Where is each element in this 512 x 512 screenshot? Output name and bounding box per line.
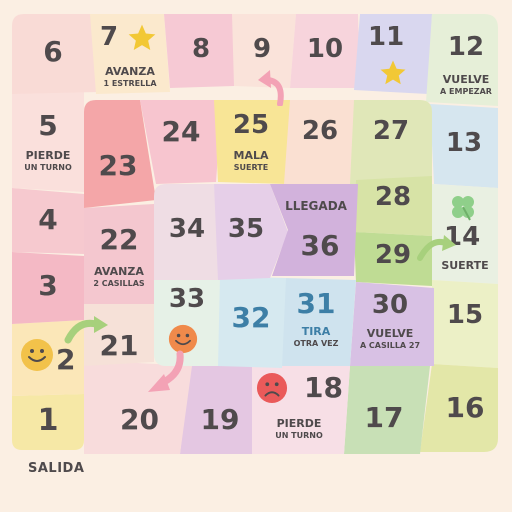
square-number: 33 — [168, 284, 206, 314]
square-number: 4 — [38, 203, 58, 236]
square-32[interactable]: 32 — [216, 276, 286, 368]
arrow-icon — [258, 70, 284, 106]
square-17[interactable]: 17 — [344, 366, 430, 454]
square-number: 22 — [99, 223, 139, 256]
square-sublabel: 2 CASILLAS — [93, 279, 145, 288]
square-30[interactable]: 30 VUELVE A CASILLA 27 — [350, 282, 434, 366]
square-number: 28 — [374, 182, 412, 212]
square-sublabel: 1 ESTRELLA — [103, 79, 157, 88]
square-number: 3 — [38, 269, 58, 302]
square-sublabel: A EMPEZAR — [440, 87, 492, 96]
square-number: 2 — [56, 343, 76, 376]
square-6[interactable]: 6 — [12, 14, 98, 94]
square-sublabel: UN TURNO — [275, 431, 323, 440]
square-27[interactable]: 27 — [350, 100, 432, 184]
square-number: 5 — [38, 109, 58, 142]
square-number: 16 — [445, 391, 485, 424]
square-15[interactable]: 15 — [432, 280, 498, 368]
arrow-icon — [64, 316, 108, 344]
square-label: AVANZA — [94, 265, 144, 278]
square-1[interactable]: 1 — [12, 394, 84, 450]
square-number: 30 — [371, 290, 409, 320]
square-label: TIRA — [301, 325, 331, 338]
square-number: 11 — [368, 22, 405, 52]
square-number: 10 — [306, 34, 344, 64]
square-number: 6 — [43, 35, 63, 68]
square-sublabel: A CASILLA 27 — [359, 341, 421, 350]
square-number: 13 — [445, 128, 483, 158]
square-number: 32 — [231, 301, 271, 334]
square-22[interactable]: 22 AVANZA 2 CASILLAS — [84, 204, 154, 304]
square-sublabel: SUERTE — [233, 163, 269, 172]
square-31[interactable]: 31 TIRA OTRA VEZ — [280, 278, 356, 366]
square-number: 19 — [200, 403, 240, 436]
square-label: LLEGADA — [285, 199, 347, 213]
square-number: 25 — [232, 110, 270, 140]
smiley-face-icon — [21, 339, 53, 371]
arrow-icon — [148, 350, 184, 392]
arrow-icon — [417, 235, 456, 261]
square-label: AVANZA — [105, 65, 155, 78]
square-label: MALA — [233, 149, 269, 162]
square-number: 8 — [191, 34, 211, 64]
square-34[interactable]: 34 — [154, 184, 220, 280]
square-12[interactable]: 12 VUELVE A EMPEZAR — [426, 14, 498, 106]
square-3[interactable]: 3 — [12, 250, 84, 324]
square-number: 12 — [447, 32, 485, 62]
square-13[interactable]: 13 — [430, 104, 498, 188]
square-number: 36 — [300, 229, 340, 262]
game-board: 1 2 3 4 5 PIERDE UN TURNO 6 7 AVANZA 1 E… — [0, 0, 512, 512]
square-28[interactable]: 28 — [354, 176, 432, 236]
star-icon — [128, 24, 156, 50]
sad-face-icon — [256, 372, 288, 404]
square-4[interactable]: 4 — [12, 188, 84, 254]
square-8[interactable]: 8 — [164, 14, 238, 88]
square-10[interactable]: 10 — [290, 14, 360, 88]
square-number: 27 — [372, 116, 410, 146]
square-5[interactable]: 5 PIERDE UN TURNO — [12, 92, 84, 192]
square-number: 34 — [168, 214, 206, 244]
square-number: 31 — [296, 287, 336, 320]
square-16[interactable]: 16 — [420, 364, 498, 452]
square-25[interactable]: 25 MALA SUERTE — [214, 100, 292, 184]
square-24[interactable]: 24 — [140, 100, 222, 184]
square-number: 18 — [304, 371, 343, 404]
four-leaf-clover-icon — [452, 196, 474, 221]
star-icon — [380, 60, 406, 85]
square-number: 9 — [252, 34, 272, 64]
start-label: SALIDA — [28, 461, 85, 476]
square-number: 1 — [37, 403, 59, 438]
square-number: 24 — [161, 115, 201, 148]
square-sublabel: UN TURNO — [24, 163, 72, 172]
square-label: PIERDE — [25, 149, 71, 162]
square-26[interactable]: 26 — [284, 100, 356, 184]
square-label: VUELVE — [366, 327, 414, 340]
square-number: 17 — [364, 401, 404, 434]
square-sublabel: OTRA VEZ — [293, 339, 339, 348]
square-number: 35 — [227, 214, 265, 244]
square-36[interactable]: LLEGADA 36 — [270, 184, 358, 276]
square-number: 7 — [100, 22, 119, 52]
square-number: 15 — [446, 300, 484, 330]
square-number: 20 — [120, 403, 159, 436]
square-label: PIERDE — [276, 417, 322, 430]
square-label: VUELVE — [442, 73, 490, 86]
square-number: 26 — [301, 116, 339, 146]
